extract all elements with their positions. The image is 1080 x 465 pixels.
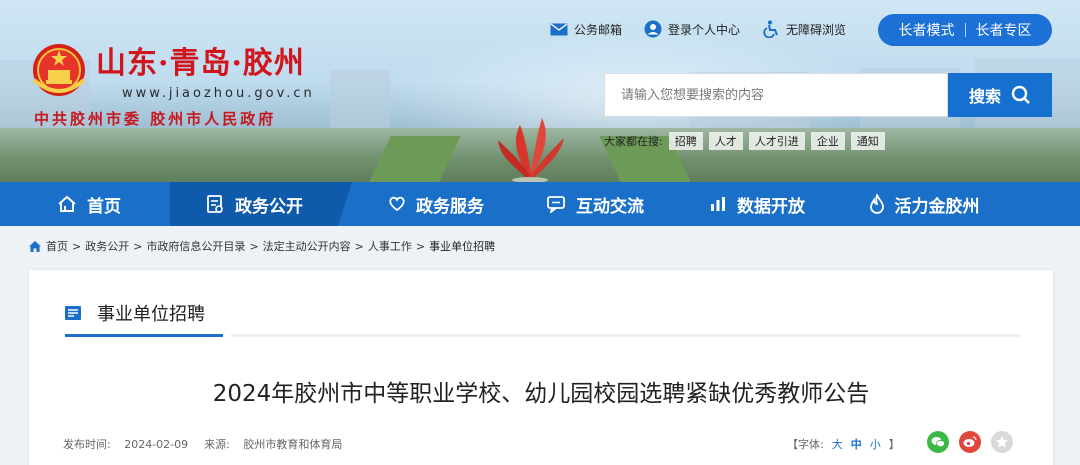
hot-tag[interactable]: 人才引进 xyxy=(748,132,805,150)
divider xyxy=(964,23,966,37)
wechat-share-button[interactable] xyxy=(927,431,949,453)
section-header: 事业单位招聘 xyxy=(65,300,205,326)
nav-item-services[interactable]: 政务服务 xyxy=(352,182,520,226)
nav-item-label: 数据开放 xyxy=(737,196,805,217)
font-size-end: 】 xyxy=(888,438,900,451)
login-link-label: 登录个人中心 xyxy=(668,22,741,37)
elder-mode-button[interactable]: 长者模式 长者专区 xyxy=(878,14,1052,46)
nav-item-open-data[interactable]: 数据开放 xyxy=(670,182,844,226)
publish-label: 发布时间: xyxy=(63,438,111,451)
breadcrumb-link[interactable]: 人事工作 xyxy=(368,238,412,254)
font-size-small[interactable]: 小 xyxy=(870,436,881,452)
chat-icon xyxy=(547,196,565,213)
wechat-icon xyxy=(931,437,945,448)
site-header: 山东·青岛·胶州 www.jiaozhou.gov.cn 中共胶州市委 胶州市人… xyxy=(0,0,1080,182)
breadcrumb-link[interactable]: 法定主动公开内容 xyxy=(263,238,351,254)
search-button-label: 搜索 xyxy=(968,87,1001,106)
accessibility-link[interactable]: 无障碍浏览 xyxy=(762,20,846,38)
article-title: 2024年胶州市中等职业学校、幼儿园校园选聘紧缺优秀教师公告 xyxy=(212,381,870,407)
share-buttons xyxy=(927,431,1013,453)
nav-item-label: 首页 xyxy=(87,196,121,217)
article-card: 事业单位招聘 2024年胶州市中等职业学校、幼儿园校园选聘紧缺优秀教师公告 发布… xyxy=(29,270,1053,465)
nav-item-vitality[interactable]: 活力金胶州 xyxy=(844,182,1004,226)
site-organization: 中共胶州市委 胶州市人民政府 xyxy=(34,110,277,128)
search-button[interactable]: 搜索 xyxy=(948,73,1052,117)
nav-item-interaction[interactable]: 互动交流 xyxy=(520,182,670,226)
hot-tag[interactable]: 企业 xyxy=(810,132,845,150)
bar-chart-icon xyxy=(711,197,725,211)
nav-item-label: 政务服务 xyxy=(416,196,484,217)
page: 山东·青岛·胶州 www.jiaozhou.gov.cn 中共胶州市委 胶州市人… xyxy=(0,0,1080,465)
publish-date: 2024-02-09 xyxy=(124,438,189,451)
weibo-share-button[interactable] xyxy=(959,431,981,453)
nav-item-home[interactable]: 首页 xyxy=(0,182,170,226)
font-size-medium[interactable]: 中 xyxy=(851,436,862,452)
breadcrumb-current: 事业单位招聘 xyxy=(429,240,496,253)
mail-icon xyxy=(550,22,568,35)
email-link-label: 公务邮箱 xyxy=(574,22,623,37)
divider xyxy=(231,334,1021,337)
hot-searches: 大家都在搜: 招聘 人才 人才引进 企业 通知 xyxy=(604,132,885,150)
article-meta: 发布时间: 2024-02-09 来源: 胶州市教育和体育局 xyxy=(63,436,342,452)
login-link[interactable]: 登录个人中心 xyxy=(644,20,740,38)
nav-item-label: 互动交流 xyxy=(576,196,644,217)
source-info: 来源: 胶州市教育和体育局 xyxy=(204,436,342,452)
font-size-selector: 【字体: 大 中 小 】 xyxy=(787,436,900,452)
list-icon xyxy=(65,306,81,320)
source-value: 胶州市教育和体育局 xyxy=(243,438,343,451)
wheelchair-icon xyxy=(763,20,778,38)
search-icon xyxy=(1011,85,1030,104)
flame-icon xyxy=(869,194,884,214)
home-icon xyxy=(29,240,41,252)
breadcrumb-link[interactable]: 首页 xyxy=(46,238,68,254)
nav-item-label: 政务公开 xyxy=(235,196,303,217)
breadcrumb-link[interactable]: 市政府信息公开目录 xyxy=(146,238,245,254)
hot-tag[interactable]: 通知 xyxy=(850,132,885,150)
hot-searches-label: 大家都在搜: xyxy=(604,135,663,148)
elder-mode-label[interactable]: 长者模式 xyxy=(899,20,955,40)
document-icon xyxy=(207,195,223,213)
favorite-share-button[interactable] xyxy=(991,431,1013,453)
source-label: 来源: xyxy=(204,438,230,451)
elder-zone-label[interactable]: 长者专区 xyxy=(976,20,1032,40)
hot-tag[interactable]: 人才 xyxy=(708,132,743,150)
font-size-large[interactable]: 大 xyxy=(832,436,843,452)
nav-item-government-affairs[interactable]: 政务公开 xyxy=(170,182,352,226)
user-icon xyxy=(644,20,662,38)
national-emblem-icon xyxy=(32,44,86,96)
nav-item-label: 活力金胶州 xyxy=(894,196,980,217)
section-title: 事业单位招聘 xyxy=(97,304,205,325)
site-title: 山东·青岛·胶州 xyxy=(96,46,305,81)
weibo-icon xyxy=(963,436,977,447)
search-input[interactable] xyxy=(604,73,948,117)
site-url: www.jiaozhou.gov.cn xyxy=(122,86,315,101)
font-size-label: 【字体: xyxy=(787,438,824,451)
search-bar: 搜索 xyxy=(604,73,1052,117)
publish-info: 发布时间: 2024-02-09 xyxy=(63,436,188,452)
sculpture-image xyxy=(498,118,564,182)
breadcrumb: 首页 > 政务公开 > 市政府信息公开目录 > 法定主动公开内容 > 人事工作 … xyxy=(28,238,495,254)
home-icon xyxy=(58,195,76,212)
heart-icon xyxy=(389,196,405,212)
breadcrumb-link[interactable]: 政务公开 xyxy=(85,238,129,254)
hot-tag[interactable]: 招聘 xyxy=(668,132,703,150)
main-nav: 首页 政务公开 政务服务 互动交流 数据开放 活力金胶州 xyxy=(0,182,1080,226)
section-underline xyxy=(65,334,223,337)
email-link[interactable]: 公务邮箱 xyxy=(550,20,622,38)
accessibility-link-label: 无障碍浏览 xyxy=(786,22,847,37)
top-links: 公务邮箱 登录个人中心 无障碍浏览 xyxy=(550,20,846,38)
star-icon xyxy=(996,436,1008,448)
